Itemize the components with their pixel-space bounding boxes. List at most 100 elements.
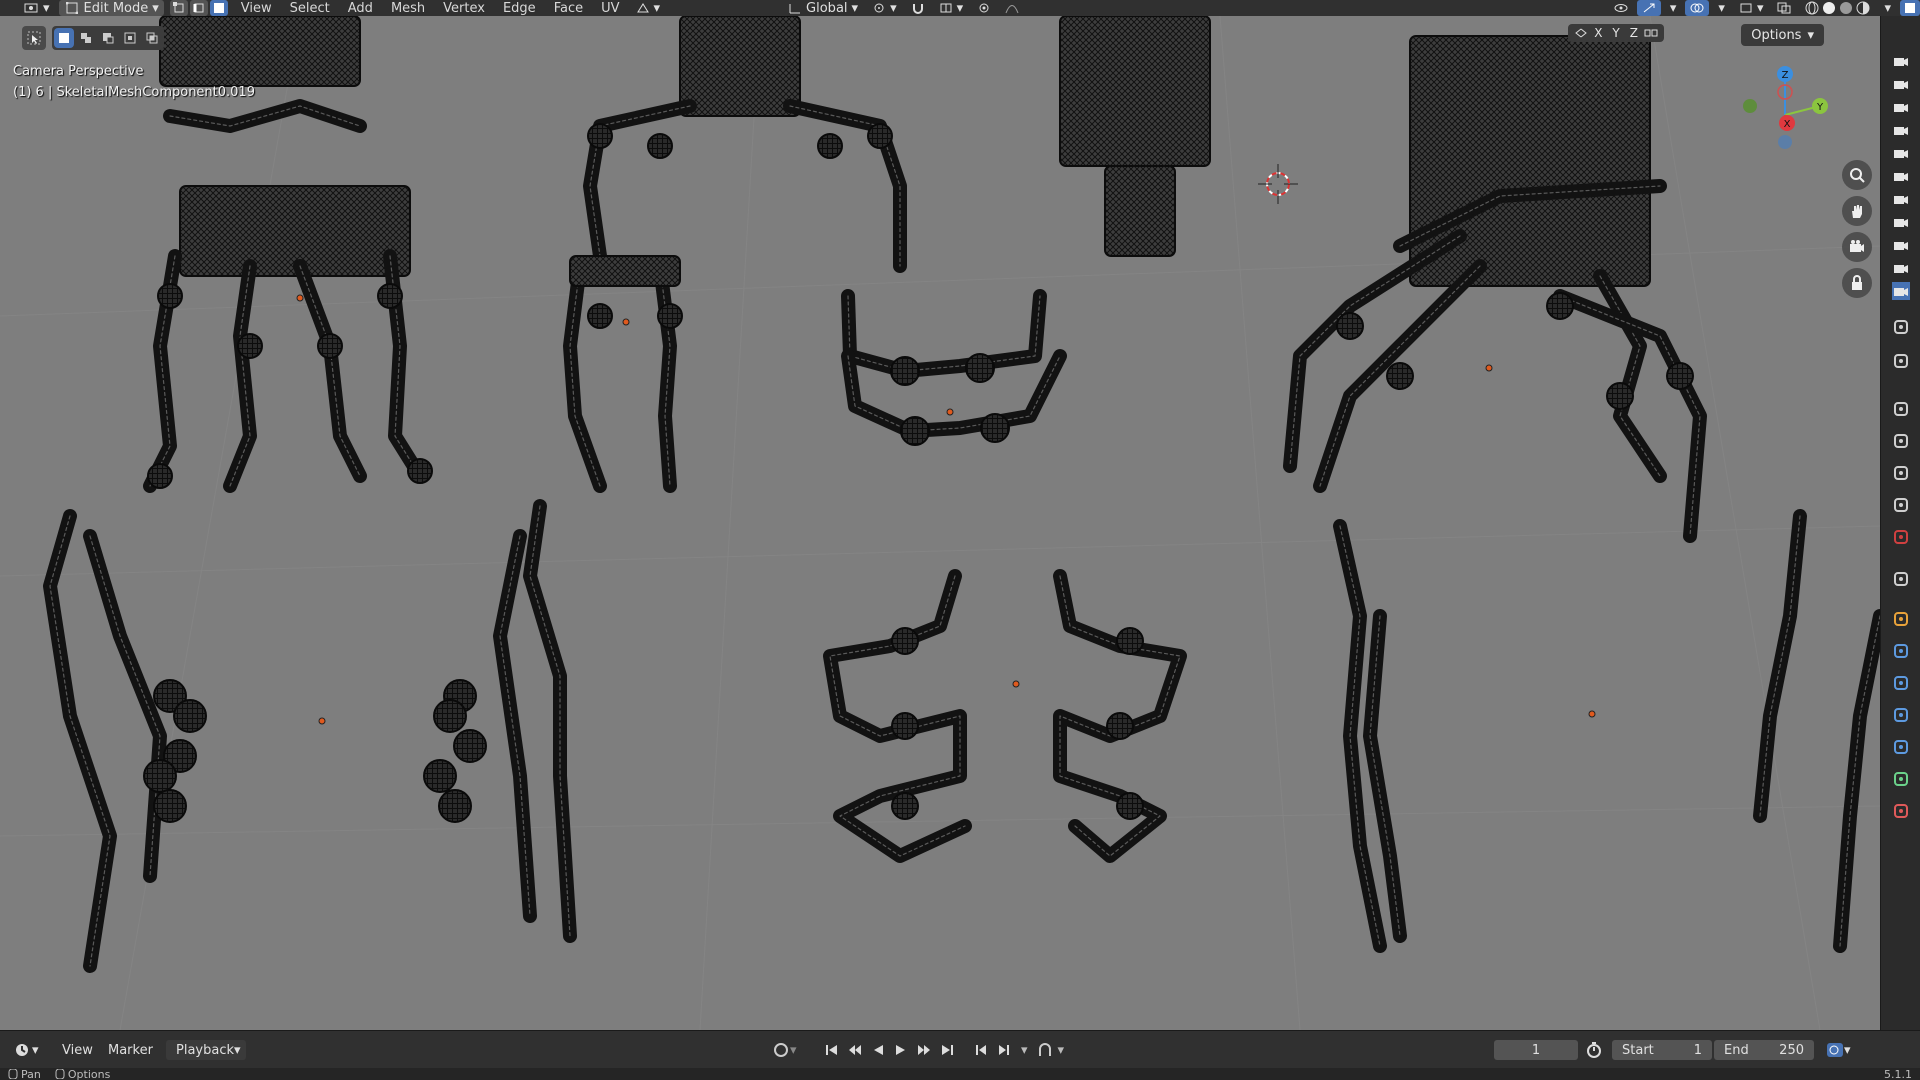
mech-wheel-bcl-4[interactable] bbox=[438, 789, 472, 823]
editor-type-button[interactable]: ▾ bbox=[18, 0, 55, 16]
3d-viewport[interactable]: Camera Perspective (1) 6 | SkeletalMeshC… bbox=[0, 16, 1880, 1030]
mech-joint-tc-5[interactable] bbox=[817, 133, 843, 159]
view-layer-tab-icon[interactable] bbox=[1892, 464, 1910, 482]
mech-hip-tc[interactable] bbox=[569, 255, 681, 287]
scene-tab-icon[interactable] bbox=[1892, 496, 1910, 514]
mech-joint-bc-3[interactable] bbox=[1116, 627, 1144, 655]
menu-face[interactable]: Face bbox=[547, 0, 590, 16]
outliner-camera-icon[interactable] bbox=[1892, 236, 1910, 254]
mech-joint-center-1[interactable] bbox=[965, 353, 995, 383]
material-tab-icon[interactable] bbox=[1892, 802, 1910, 820]
mech-joint-tr-1[interactable] bbox=[1386, 362, 1414, 390]
menu-uv[interactable]: UV bbox=[594, 0, 626, 16]
proportional-edit-toggle[interactable] bbox=[972, 0, 996, 16]
outliner-camera-icon[interactable] bbox=[1892, 121, 1910, 139]
visibility-selectability-button[interactable] bbox=[1609, 0, 1633, 16]
mech-joint-bc-5[interactable] bbox=[1116, 792, 1144, 820]
mech-wheel-bcl-3[interactable] bbox=[423, 759, 457, 793]
mech-leg-tl-4[interactable] bbox=[293, 259, 367, 483]
mech-joint-tr-2[interactable] bbox=[1606, 382, 1634, 410]
jump-end-button[interactable] bbox=[937, 1040, 957, 1060]
prev-frame-button[interactable] bbox=[971, 1040, 991, 1060]
select-new-button[interactable] bbox=[54, 28, 74, 48]
solid-shading-icon[interactable] bbox=[1822, 1, 1836, 15]
mech-joint-tl-3[interactable] bbox=[317, 333, 343, 359]
play-reverse-button[interactable] bbox=[868, 1040, 888, 1060]
render-tab-icon[interactable] bbox=[1892, 400, 1910, 418]
play-button[interactable] bbox=[891, 1040, 911, 1060]
keying-set-button[interactable] bbox=[1035, 1040, 1055, 1060]
mech-joint-tc-3[interactable] bbox=[657, 303, 683, 329]
mirror-y-toggle[interactable]: Y bbox=[1608, 26, 1623, 40]
world-tab-icon[interactable] bbox=[1892, 528, 1910, 546]
mech-joint-tc-0[interactable] bbox=[587, 123, 613, 149]
mech-wheel-bl-4[interactable] bbox=[153, 789, 187, 823]
outliner-camera-icon[interactable] bbox=[1892, 75, 1910, 93]
outliner-camera-icon[interactable] bbox=[1892, 98, 1910, 116]
overlays-toggle[interactable] bbox=[1685, 0, 1710, 16]
select-tool-button[interactable] bbox=[22, 26, 46, 50]
mech-torso-top-right-center[interactable] bbox=[1059, 16, 1211, 167]
menu-vertex[interactable]: Vertex bbox=[436, 0, 492, 16]
mech-joint-bc-4[interactable] bbox=[1106, 712, 1134, 740]
mech-leg-tl-3[interactable] bbox=[223, 259, 257, 493]
outliner-camera-icon[interactable] bbox=[1892, 167, 1910, 185]
camera-view-button[interactable] bbox=[1842, 232, 1872, 262]
vertex-select-button[interactable] bbox=[169, 0, 188, 16]
constraints-tab-icon[interactable] bbox=[1892, 738, 1910, 756]
outliner-camera-icon[interactable] bbox=[1892, 282, 1910, 300]
outliner-camera-icon[interactable] bbox=[1892, 259, 1910, 277]
mech-joint-tl-0[interactable] bbox=[157, 283, 183, 309]
mech-joint-tl-1[interactable] bbox=[377, 283, 403, 309]
mech-joint-bc-2[interactable] bbox=[891, 792, 919, 820]
mech-joint-bc-1[interactable] bbox=[891, 712, 919, 740]
next-frame-button[interactable] bbox=[994, 1040, 1014, 1060]
mech-joint-center-3[interactable] bbox=[980, 413, 1010, 443]
overlays-dropdown[interactable]: ▾ bbox=[1713, 0, 1730, 16]
mech-joint-tc-2[interactable] bbox=[587, 303, 613, 329]
transform-orientation-selector[interactable]: Global ▾ bbox=[783, 0, 863, 16]
gizmo-dropdown[interactable]: ▾ bbox=[1665, 0, 1682, 16]
playback-menu[interactable]: Playback ▾ bbox=[166, 1040, 246, 1060]
mech-leg-far-right-2[interactable] bbox=[1833, 609, 1880, 953]
collection-tab-icon[interactable] bbox=[1892, 570, 1910, 588]
mech-lower-torso-trc[interactable] bbox=[1104, 165, 1176, 257]
tool-settings-icon[interactable] bbox=[1892, 352, 1910, 370]
wireframe-meshes[interactable] bbox=[43, 16, 1880, 973]
mech-joint-tr-3[interactable] bbox=[1666, 362, 1694, 390]
timeline-menu-view[interactable]: View bbox=[62, 1040, 93, 1060]
menu-view[interactable]: View bbox=[234, 0, 279, 16]
mech-joint-tc-4[interactable] bbox=[647, 133, 673, 159]
prev-keyframe-button[interactable] bbox=[845, 1040, 865, 1060]
gizmo-neg-z[interactable] bbox=[1778, 135, 1792, 149]
outliner-camera-icon[interactable] bbox=[1892, 190, 1910, 208]
mode-selector[interactable]: Edit Mode ▾ bbox=[58, 0, 164, 16]
mech-leg-tc-2[interactable] bbox=[653, 259, 677, 493]
mech-joint-tl-4[interactable] bbox=[147, 463, 173, 489]
particles-tab-icon[interactable] bbox=[1892, 674, 1910, 692]
mech-joint-tr-4[interactable] bbox=[1546, 292, 1574, 320]
mech-wheel-bl-3[interactable] bbox=[143, 759, 177, 793]
select-subtract-button[interactable] bbox=[98, 28, 118, 48]
start-frame-field[interactable]: Start 1 bbox=[1612, 1040, 1712, 1060]
mech-joint-tr-0[interactable] bbox=[1336, 312, 1364, 340]
navigation-gizmo[interactable]: Z Y X bbox=[1730, 60, 1840, 170]
tool-options-button[interactable]: Options ▾ bbox=[1741, 24, 1824, 46]
data-tab-icon[interactable] bbox=[1892, 770, 1910, 788]
xray-toggle[interactable] bbox=[1772, 0, 1796, 16]
outliner-camera-icon[interactable] bbox=[1892, 144, 1910, 162]
pivot-point-button[interactable]: ▾ bbox=[867, 0, 902, 16]
select-extend-button[interactable] bbox=[76, 28, 96, 48]
object-tab-icon[interactable] bbox=[1892, 610, 1910, 628]
mech-joint-tc-1[interactable] bbox=[867, 123, 893, 149]
timeline-editor-type[interactable]: ▾ bbox=[14, 1040, 39, 1060]
mech-wheel-bl-1[interactable] bbox=[173, 699, 207, 733]
gizmo-toggle[interactable] bbox=[1636, 0, 1661, 16]
face-select-button[interactable] bbox=[209, 0, 228, 16]
tool-tab-icon[interactable] bbox=[1892, 318, 1910, 336]
mesh-edit-overlays-button[interactable]: ▾ bbox=[1734, 0, 1769, 16]
wireframe-shading-icon[interactable] bbox=[1805, 1, 1819, 15]
outliner-camera-icon[interactable] bbox=[1892, 213, 1910, 231]
gizmo-neg-y[interactable] bbox=[1743, 99, 1757, 113]
mech-joint-center-2[interactable] bbox=[900, 416, 930, 446]
